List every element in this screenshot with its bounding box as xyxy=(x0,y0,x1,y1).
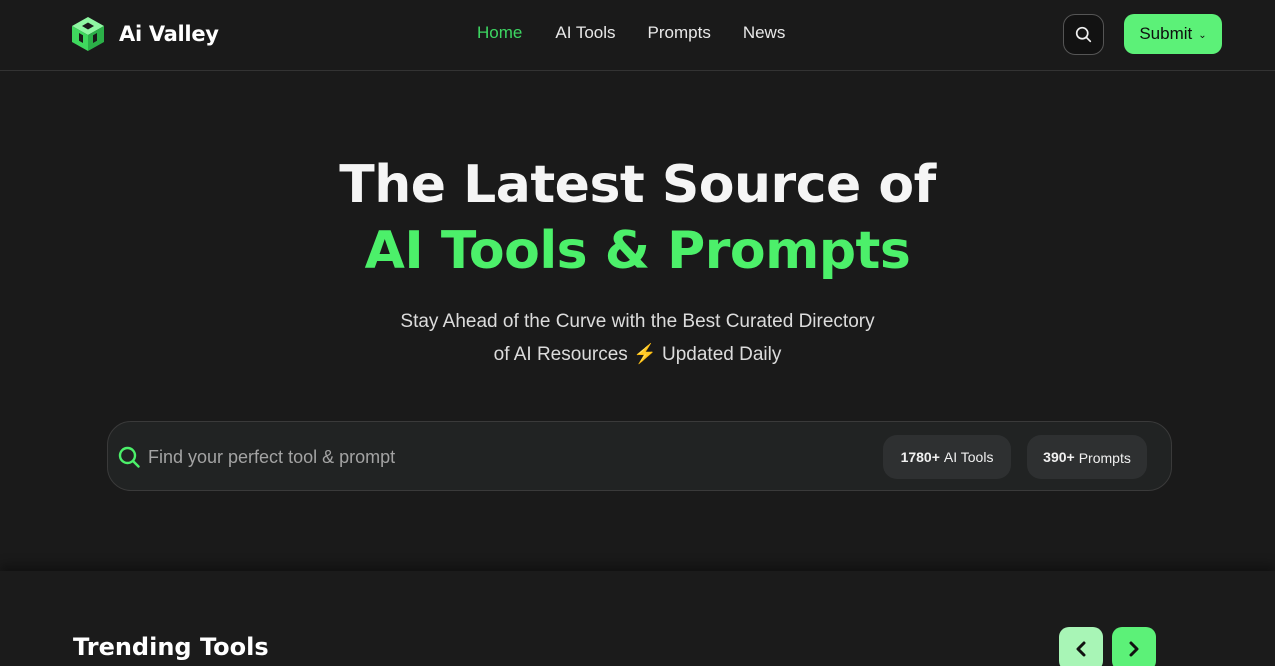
logo[interactable]: Ai Valley xyxy=(71,16,219,52)
nav-home[interactable]: Home xyxy=(477,23,522,43)
carousel-next-button[interactable] xyxy=(1112,627,1156,666)
brand-name: Ai Valley xyxy=(119,22,219,46)
carousel-prev-button[interactable] xyxy=(1059,627,1103,666)
chevron-right-icon xyxy=(1129,641,1139,657)
chevron-left-icon xyxy=(1076,641,1086,657)
prompts-count: 390+ xyxy=(1043,449,1075,465)
tools-count: 1780+ xyxy=(900,449,940,465)
hero-title-line1: The Latest Source of xyxy=(339,155,936,215)
logo-cube-icon xyxy=(72,17,104,51)
submit-label: Submit xyxy=(1139,24,1193,43)
prompts-count-badge[interactable]: 390+ Prompts xyxy=(1027,435,1147,479)
search-icon xyxy=(118,446,140,468)
hero-title-line2: AI Tools & Prompts xyxy=(364,221,911,281)
hero-subtitle-line1: Stay Ahead of the Curve with the Best Cu… xyxy=(400,311,875,332)
hero-subtitle-line2: of AI Resources ⚡ Updated Daily xyxy=(493,344,782,365)
chevron-down-icon: ⌄ xyxy=(1198,29,1207,41)
site-header: Ai Valley Home AI Tools Prompts News Sub… xyxy=(0,0,1275,71)
main-nav: Home AI Tools Prompts News xyxy=(477,23,785,43)
tools-label: AI Tools xyxy=(943,449,994,465)
header-search-button[interactable] xyxy=(1063,14,1104,55)
trending-title: Trending Tools xyxy=(73,633,269,661)
search-input[interactable] xyxy=(148,442,848,472)
nav-news[interactable]: News xyxy=(743,23,786,43)
hero-search-bar: 1780+ AI Tools 390+ Prompts xyxy=(107,421,1172,491)
prompts-label: Prompts xyxy=(1078,450,1131,466)
nav-ai-tools[interactable]: AI Tools xyxy=(555,23,615,43)
nav-prompts[interactable]: Prompts xyxy=(648,23,711,43)
ai-tools-count-badge[interactable]: 1780+ AI Tools xyxy=(883,435,1011,479)
submit-button[interactable]: Submit ⌄ xyxy=(1124,14,1222,54)
search-icon xyxy=(1075,26,1092,43)
